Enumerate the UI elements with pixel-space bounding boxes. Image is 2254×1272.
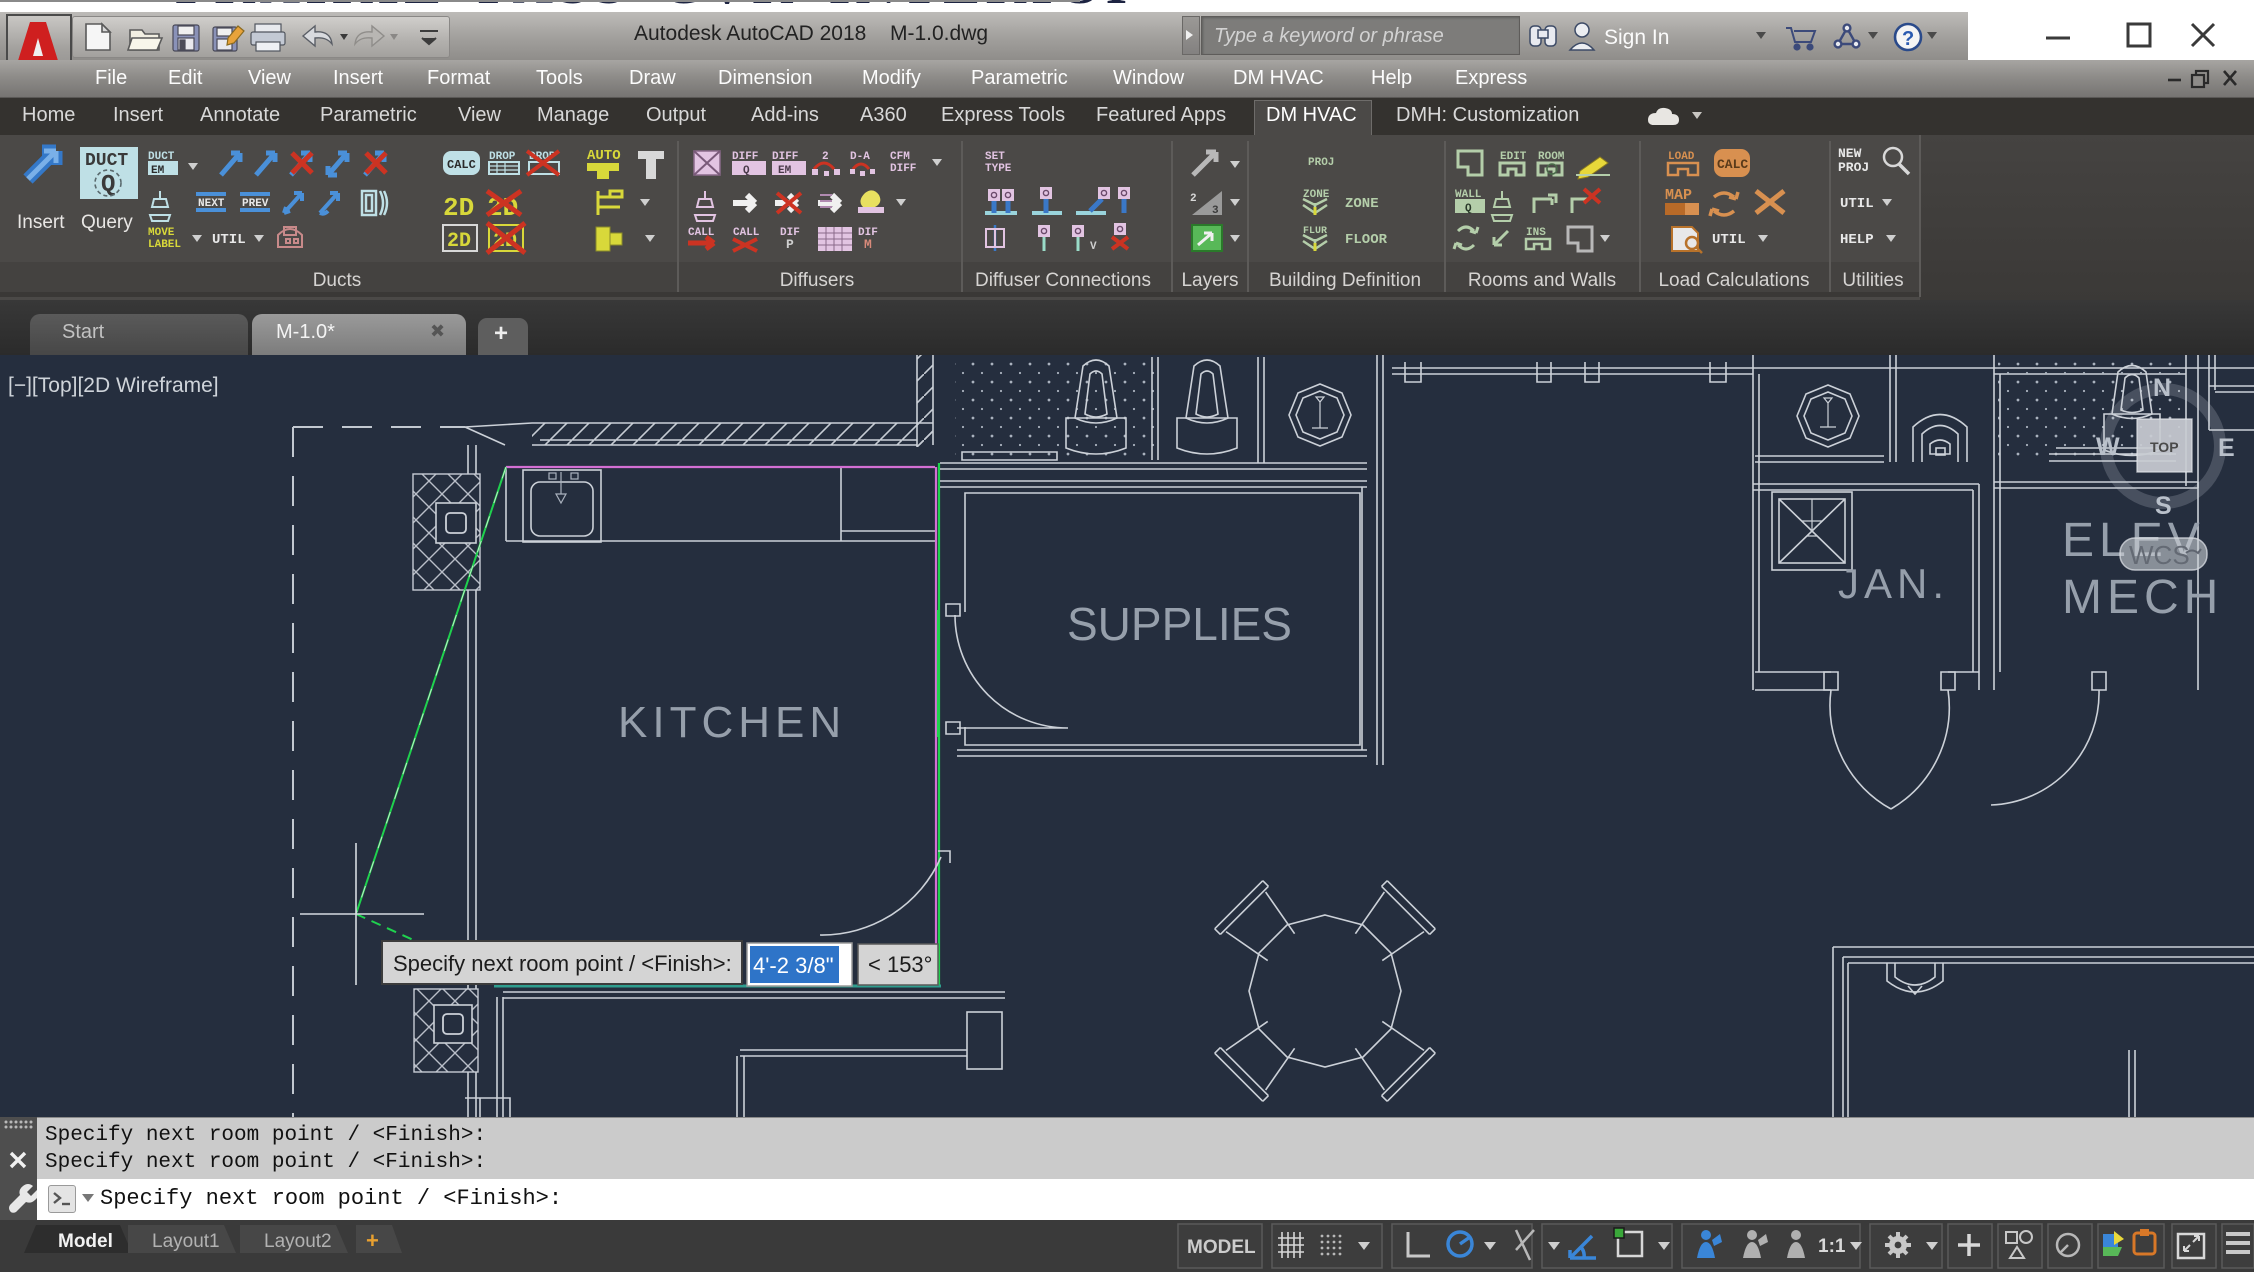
svg-text:4'-2 3/8": 4'-2 3/8" [753,953,834,978]
svg-text:AUTO: AUTO [587,148,621,164]
svg-text:MAP: MAP [1665,187,1692,204]
svg-text:[−][Top][2D Wireframe]: [−][Top][2D Wireframe] [8,374,219,397]
svg-text:PROJ: PROJ [1308,157,1334,169]
svg-text:TYPE: TYPE [985,163,1012,175]
svg-text:Layout2: Layout2 [264,1231,332,1252]
svg-text:FLUR: FLUR [1303,226,1327,237]
svg-text:Layout1: Layout1 [152,1231,220,1252]
svg-text:E: E [2218,434,2235,462]
svg-text:UTIL: UTIL [1840,196,1874,212]
svg-text:EM: EM [778,165,792,177]
svg-text:SUPPLIES: SUPPLIES [1067,598,1292,650]
svg-text:P: P [786,237,794,252]
svg-text:MOVE: MOVE [148,227,175,239]
svg-text:TOP: TOP [2150,439,2179,455]
svg-text:Query: Query [81,212,133,233]
svg-text:JAN.: JAN. [1838,560,1949,607]
svg-text:KITCHEN: KITCHEN [618,698,846,747]
svg-text:Q: Q [1465,203,1472,215]
svg-text:Utilities: Utilities [1842,270,1903,291]
svg-text:Diffuser Connections: Diffuser Connections [975,270,1151,291]
svg-text:+: + [366,1228,379,1253]
svg-text:N: N [2153,374,2171,402]
svg-text:FLOOR: FLOOR [1345,232,1388,248]
svg-text:UTIL: UTIL [1712,232,1746,248]
svg-text:LABEL: LABEL [148,239,181,251]
svg-text:V: V [1090,241,1097,253]
svg-text:ROOM: ROOM [1538,151,1565,163]
svg-text:Layers: Layers [1181,270,1238,291]
svg-text:Sign In: Sign In [1604,26,1669,49]
svg-text:CALC: CALC [447,158,476,172]
svg-text:LOAD: LOAD [1668,151,1695,163]
svg-text:NEW: NEW [1838,146,1862,161]
svg-text:Q: Q [743,165,750,177]
svg-text:CALL: CALL [688,227,715,239]
svg-text:W: W [2096,433,2120,461]
svg-text:2D: 2D [443,193,474,223]
svg-text:DUCT: DUCT [85,151,128,171]
svg-text:CALC: CALC [1717,157,1748,172]
svg-text:WCS: WCS [2129,540,2190,570]
svg-text:S: S [2155,492,2172,520]
svg-text:< 153°: < 153° [868,952,932,977]
svg-text:DIFF: DIFF [890,163,916,175]
svg-text:ZONE: ZONE [1345,196,1379,212]
svg-text:Rooms and Walls: Rooms and Walls [1468,270,1616,291]
svg-text:3: 3 [1212,205,1219,217]
svg-text:CFM: CFM [890,151,910,163]
svg-text:Insert: Insert [17,212,65,233]
svg-text:Model: Model [58,1231,113,1252]
svg-text:INS: INS [1526,227,1546,239]
svg-text:?: ? [1902,28,1914,50]
svg-text:UTIL: UTIL [212,232,246,248]
svg-text:PROJ: PROJ [1838,160,1869,175]
svg-text:SET: SET [985,151,1005,163]
svg-text:2D: 2D [447,230,471,253]
svg-text:MODEL: MODEL [1187,1237,1256,1258]
svg-text:D-A: D-A [850,151,870,163]
svg-text:EDIT: EDIT [1500,151,1527,163]
svg-text:Load Calculations: Load Calculations [1658,270,1809,291]
svg-text:EM: EM [151,165,165,177]
svg-text:M: M [864,237,872,252]
svg-text:2: 2 [822,151,829,163]
svg-text:MECH: MECH [2062,571,2223,624]
svg-text:CALL: CALL [733,227,760,239]
svg-text:2: 2 [1190,193,1197,205]
svg-text:Diffusers: Diffusers [780,270,855,291]
svg-text:Specify next room point / <Fin: Specify next room point / <Finish>: [393,951,732,976]
svg-text:Ducts: Ducts [313,270,362,291]
svg-text:1:1: 1:1 [1818,1236,1846,1257]
svg-text:Building Definition: Building Definition [1269,270,1421,291]
svg-text:HELP: HELP [1840,232,1874,248]
